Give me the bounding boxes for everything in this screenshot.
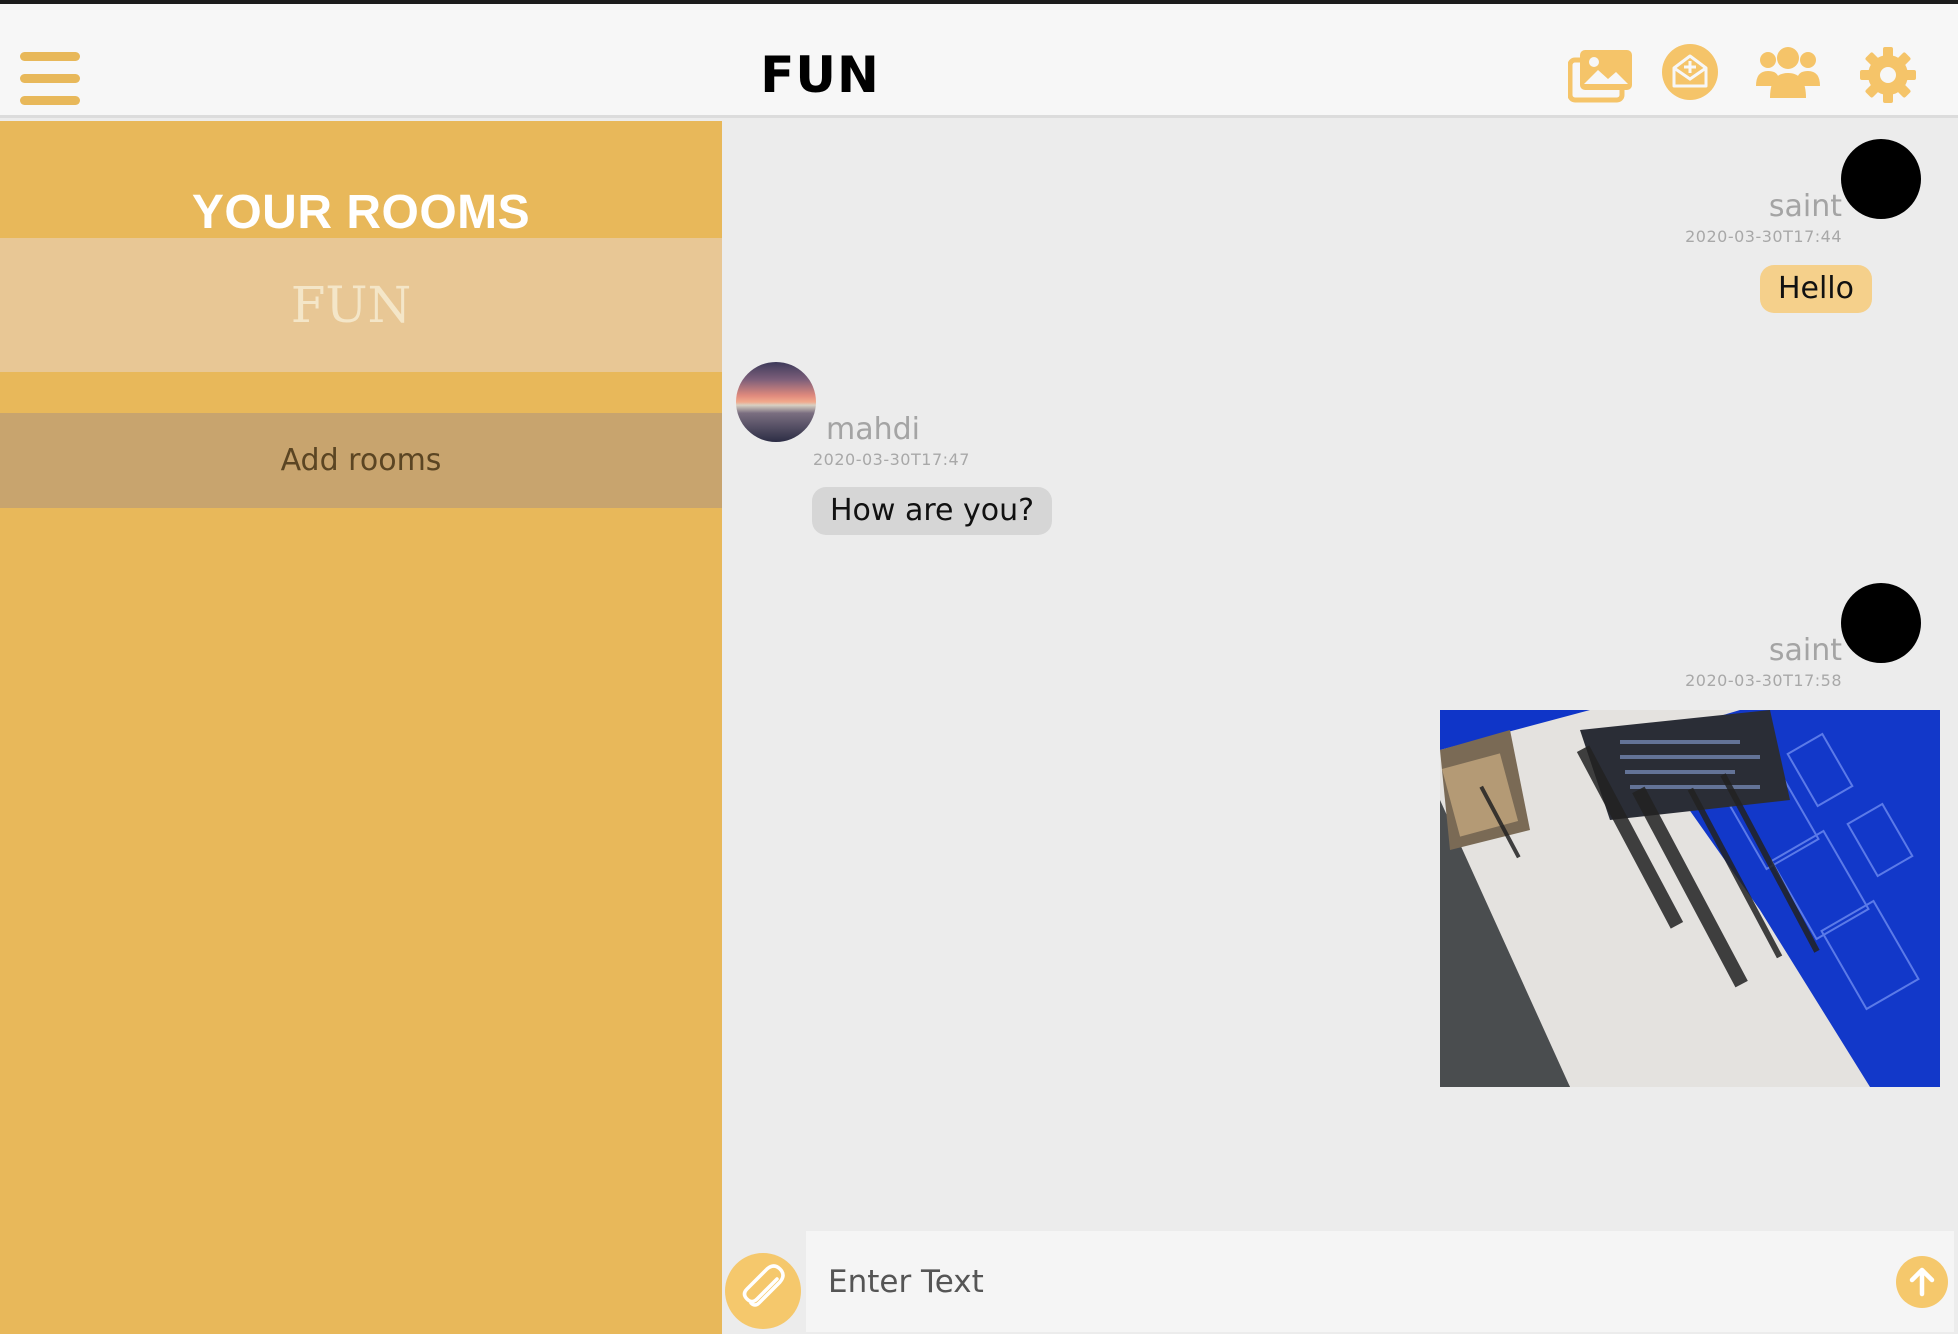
message-bubble: How are you? <box>812 487 1053 535</box>
rooms-sidebar: YOUR ROOMS FUN Add rooms <box>0 121 722 1334</box>
message-timestamp: 2020-03-30T17:44 <box>1685 227 1842 246</box>
message-composer <box>722 1231 1958 1334</box>
message-username: saint <box>1768 633 1842 668</box>
send-button[interactable] <box>1896 1256 1948 1308</box>
invite-mail-icon[interactable] <box>1660 42 1720 102</box>
avatar[interactable] <box>1841 139 1921 219</box>
message-username: saint <box>1768 189 1842 224</box>
message-timestamp: 2020-03-30T17:58 <box>1685 671 1842 690</box>
add-rooms-button[interactable]: Add rooms <box>0 413 722 508</box>
message-username: mahdi <box>826 412 920 447</box>
room-title: FUN <box>760 46 880 104</box>
attach-button[interactable] <box>725 1253 801 1329</box>
avatar[interactable] <box>1841 583 1921 663</box>
room-item-label: FUN <box>290 276 412 334</box>
gallery-icon[interactable] <box>1568 46 1634 104</box>
message-timestamp: 2020-03-30T17:47 <box>813 450 970 469</box>
add-rooms-label: Add rooms <box>280 443 442 478</box>
message-input[interactable] <box>806 1231 1954 1332</box>
chat-messages[interactable]: saint 2020-03-30T17:44 Hello mahdi 2020-… <box>722 121 1958 1231</box>
rooms-heading: YOUR ROOMS <box>191 186 531 239</box>
members-icon[interactable] <box>1756 44 1820 100</box>
app-header: FUN <box>0 4 1958 118</box>
menu-icon[interactable] <box>20 52 80 105</box>
avatar[interactable] <box>736 362 816 442</box>
message-image[interactable] <box>1440 710 1940 1087</box>
message-bubble: Hello <box>1759 265 1872 313</box>
gear-icon[interactable] <box>1860 47 1916 103</box>
paperclip-icon <box>742 1264 785 1307</box>
room-item-fun[interactable]: FUN <box>0 238 722 372</box>
arrow-up-icon <box>1909 1267 1935 1297</box>
